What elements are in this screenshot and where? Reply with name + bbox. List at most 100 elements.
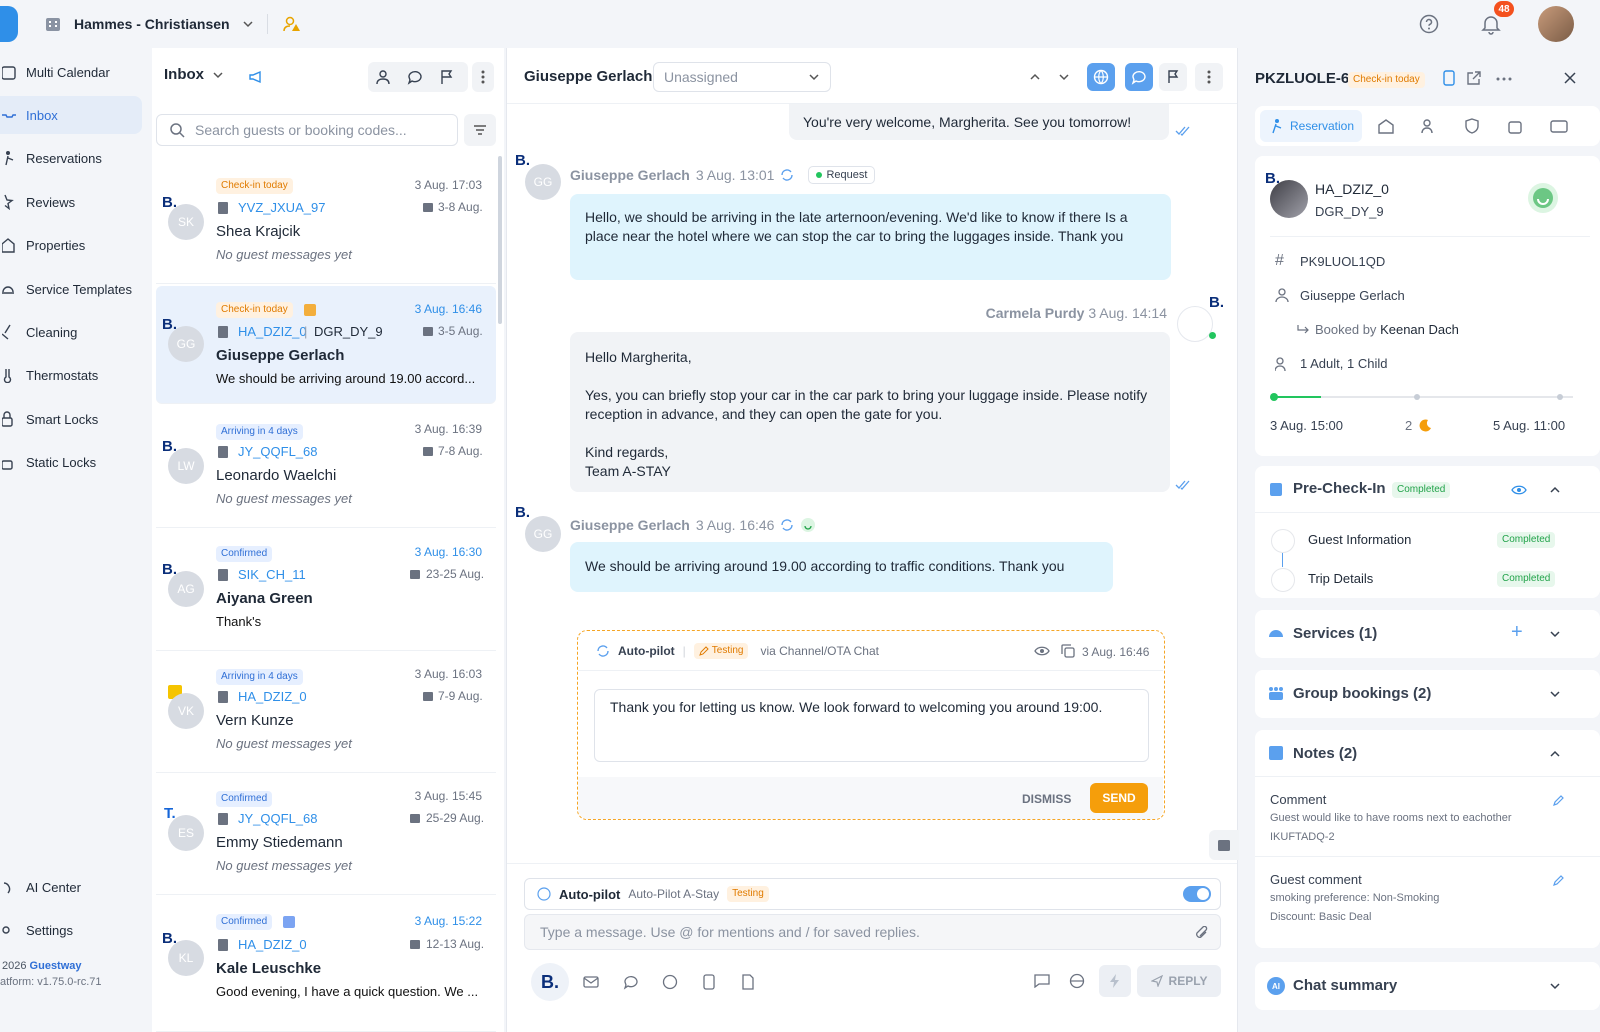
conversation-item[interactable]: B. LW Arriving in 4 days 3 Aug. 16:39 JY… <box>156 410 496 528</box>
quick-action-button[interactable] <box>1099 965 1131 997</box>
chevron-down-icon[interactable] <box>1549 980 1561 992</box>
chevron-down-icon[interactable] <box>1549 628 1561 640</box>
tab-bag-icon[interactable] <box>1508 118 1522 134</box>
tab-shield-icon[interactable] <box>1465 118 1479 134</box>
chat-filter-icon[interactable] <box>407 69 423 85</box>
bell-service-icon <box>2 286 14 294</box>
chevron-down-icon[interactable] <box>1058 71 1070 83</box>
conversation-item[interactable]: VK Arriving in 4 days 3 Aug. 16:03 HA_DZ… <box>156 655 496 773</box>
sidebar-item-reservations[interactable]: Reservations <box>0 139 142 177</box>
sidebar-item-static-locks[interactable]: Static Locks <box>0 443 142 481</box>
guest-name: Giuseppe Gerlach <box>1300 288 1405 303</box>
conversation-item[interactable]: B. AG Confirmed 3 Aug. 16:30 SIK_CH_11 2… <box>156 533 496 651</box>
more-horizontal-icon[interactable] <box>1496 77 1512 81</box>
assignee-select[interactable]: Unassigned <box>653 62 831 92</box>
chevron-down-icon[interactable] <box>1549 688 1561 700</box>
add-service-icon[interactable]: + <box>1511 621 1523 644</box>
comment-icon[interactable] <box>1034 974 1050 988</box>
user-warning-icon[interactable] <box>283 15 301 33</box>
booking-code-link[interactable]: JY_QQFL_68 <box>238 444 318 459</box>
globe-icon[interactable] <box>1069 973 1085 989</box>
translate-button[interactable] <box>1087 63 1115 91</box>
conversation-item[interactable]: B. SK Check-in today 3 Aug. 17:03 YVZ_JX… <box>156 166 496 284</box>
chevron-up-icon[interactable] <box>1029 71 1041 83</box>
autopilot-label: Auto-pilot <box>559 886 621 902</box>
flag-filter-icon[interactable] <box>439 69 455 85</box>
chat-toggle-button[interactable] <box>1125 63 1153 91</box>
booking-code-link[interactable]: HA_DZIZ_0 <box>238 689 307 704</box>
message-input[interactable]: Type a message. Use @ for mentions and /… <box>524 914 1221 950</box>
filter-button[interactable] <box>464 114 496 146</box>
email-icon[interactable] <box>583 976 599 988</box>
sidebar-item-ai-center[interactable]: AI Center <box>0 868 142 906</box>
sidebar-item-thermostats[interactable]: Thermostats <box>0 356 142 394</box>
sidebar-item-properties[interactable]: Properties <box>0 226 142 264</box>
whatsapp-icon[interactable] <box>662 974 678 990</box>
person-filter-icon[interactable] <box>375 69 391 85</box>
search-input[interactable]: Search guests or booking codes... <box>195 122 407 138</box>
org-selector[interactable]: Hammes - Christiansen <box>44 12 254 36</box>
app-message-icon[interactable] <box>703 974 715 990</box>
chat-summary-title: Chat summary <box>1293 977 1398 994</box>
booking-code-link[interactable]: HA_DZIZ_0 <box>238 937 307 952</box>
sidebar-item-smart-locks[interactable]: Smart Locks <box>0 400 142 438</box>
sidebar-item-settings[interactable]: Settings <box>0 911 142 949</box>
lock-icon <box>2 460 13 470</box>
copy-icon[interactable] <box>1061 644 1075 658</box>
booking-code-link[interactable]: YVZ_JXUA_97 <box>238 200 325 215</box>
booking-code-link[interactable]: JY_QQFL_68 <box>238 811 318 826</box>
timeline-start-dot <box>1270 393 1278 401</box>
booked-by: Booked by Keenan Dach <box>1315 322 1459 337</box>
booking-code-link[interactable]: SIK_CH_11 <box>238 567 306 582</box>
close-icon[interactable] <box>1564 72 1576 84</box>
autopilot-toggle[interactable] <box>1183 886 1211 902</box>
tab-payment-icon[interactable] <box>1550 120 1568 133</box>
edit-icon[interactable] <box>1553 874 1565 886</box>
edit-icon[interactable] <box>1553 794 1565 806</box>
more-options-button[interactable] <box>472 62 494 92</box>
online-dot-icon <box>1209 332 1216 339</box>
channel-booking-button[interactable]: B. <box>531 963 569 1001</box>
brand-link[interactable]: Guestway <box>30 960 82 972</box>
megaphone-icon[interactable] <box>248 69 264 85</box>
tab-property-icon[interactable] <box>1378 118 1394 134</box>
flag-button[interactable] <box>1159 63 1187 91</box>
app-logo[interactable] <box>0 6 18 42</box>
more-options-button[interactable] <box>1195 63 1223 91</box>
chat-summary-section[interactable]: AI Chat summary <box>1255 962 1600 1010</box>
tab-guests-icon[interactable] <box>1421 118 1437 134</box>
draft-textarea[interactable]: Thank you for letting us know. We look f… <box>594 689 1149 762</box>
eye-icon[interactable] <box>1511 484 1527 496</box>
user-avatar[interactable] <box>1538 6 1574 42</box>
sidebar-item-service-templates[interactable]: Service Templates <box>0 270 142 308</box>
device-icon[interactable] <box>1443 70 1455 86</box>
sidebar-item-multi-calendar[interactable]: Multi Calendar <box>0 53 142 91</box>
eye-icon[interactable] <box>1034 645 1050 657</box>
send-button[interactable]: SEND <box>1090 783 1148 813</box>
calendar-side-button[interactable] <box>1209 830 1239 860</box>
conversation-item[interactable]: B. KL Confirmed 3 Aug. 15:22 HA_DZIZ_0 1… <box>156 900 496 1032</box>
external-link-icon[interactable] <box>1466 70 1482 86</box>
help-icon[interactable] <box>1419 14 1439 34</box>
sidebar-item-reviews[interactable]: Reviews <box>0 183 142 221</box>
conversation-item-selected[interactable]: B. GG Check-in today 3 Aug. 16:46 HA_DZI… <box>156 286 496 404</box>
scrollbar[interactable] <box>498 156 502 324</box>
chat-panel: Giuseppe Gerlach Unassigned You're very … <box>506 48 1239 1032</box>
services-section[interactable]: Services (1) + <box>1255 610 1600 658</box>
conversation-item[interactable]: T. ES Confirmed 3 Aug. 15:45 JY_QQFL_68 … <box>156 777 496 895</box>
tab-reservation[interactable]: Reservation <box>1260 110 1362 142</box>
sms-icon[interactable] <box>623 974 639 990</box>
dismiss-button[interactable]: DISMISS <box>1022 792 1071 806</box>
sidebar-item-inbox[interactable]: Inbox <box>0 96 142 134</box>
chevron-up-icon[interactable] <box>1549 484 1561 496</box>
booking-code-link[interactable]: HA_DZIZ_0 <box>238 324 307 339</box>
unit-thumbnail <box>1270 180 1308 218</box>
document-icon[interactable] <box>742 974 754 990</box>
group-bookings-section[interactable]: Group bookings (2) <box>1255 670 1600 718</box>
reply-button[interactable]: REPLY <box>1137 965 1221 997</box>
search-box[interactable]: Search guests or booking codes... <box>156 114 458 146</box>
sidebar-item-cleaning[interactable]: Cleaning <box>0 313 142 351</box>
chevron-up-icon[interactable] <box>1549 748 1561 760</box>
chevron-down-icon[interactable] <box>212 69 224 81</box>
paperclip-icon[interactable] <box>1195 926 1209 940</box>
